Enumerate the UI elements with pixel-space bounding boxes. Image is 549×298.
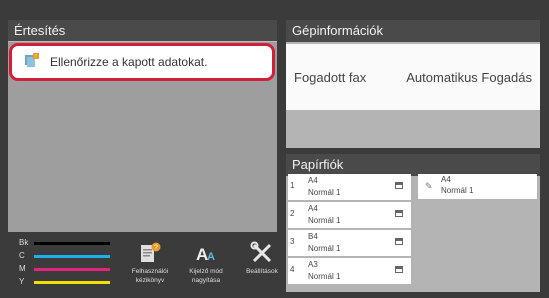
tray-paper-size: B4 — [308, 232, 318, 241]
zoom-text-icon: A A — [180, 241, 232, 265]
tray-paper-size: A3 — [308, 260, 318, 269]
notification-item[interactable]: ! Ellenőrizze a kapott adatokat. — [9, 43, 275, 81]
toner-bar — [34, 268, 110, 271]
tray-icon — [395, 266, 403, 273]
toner-bar — [34, 281, 110, 284]
fax-received-label: Fogadott fax — [294, 69, 367, 85]
toner-label: Bk — [19, 238, 29, 247]
tray-number: 3 — [290, 237, 295, 246]
toner-cyan: C — [8, 251, 119, 263]
tray-icon — [395, 210, 403, 217]
toner-bar — [34, 242, 110, 245]
toner-magenta: M — [8, 264, 119, 276]
paper-tray-panel: Papírfiók 1 A4 Normál 1 2 A4 Normál 1 3 … — [286, 154, 540, 292]
notification-title: Értesítés — [8, 20, 277, 42]
toner-yellow: Y — [8, 277, 119, 289]
toner-black: Bk — [8, 238, 119, 250]
tray-paper-type: Normál 1 — [308, 216, 341, 225]
machine-info-title: Gépinformációk — [286, 20, 540, 42]
tray-number: 1 — [290, 181, 295, 190]
toner-label: Y — [19, 277, 25, 286]
tray-number: 4 — [290, 265, 295, 274]
tray-1[interactable]: 1 A4 Normál 1 — [288, 174, 411, 200]
display-zoom-label: Kijelző mód nagyítása — [189, 268, 223, 284]
tray-paper-type: Normál 1 — [308, 188, 341, 197]
toner-levels: Bk C M Y — [8, 235, 119, 292]
bypass-tray-icon: ✎ — [425, 181, 433, 191]
toner-label: M — [19, 264, 26, 273]
bypass-paper-type: Normál 1 — [441, 186, 474, 195]
tray-paper-size: A4 — [308, 204, 318, 213]
tray-2[interactable]: 2 A4 Normál 1 — [288, 202, 411, 228]
tray-number: 2 — [290, 209, 295, 218]
paper-tray-title: Papírfiók — [286, 154, 540, 176]
wrench-screwdriver-icon — [236, 241, 288, 265]
machine-info-row[interactable]: Fogadott fax Automatikus Fogadás — [286, 44, 540, 110]
tray-paper-size: A4 — [308, 176, 318, 185]
fax-received-value: Automatikus Fogadás — [406, 69, 532, 85]
tray-paper-type: Normál 1 — [308, 244, 341, 253]
toner-bar — [34, 255, 110, 258]
svg-text:!: ! — [35, 54, 36, 60]
tray-icon — [395, 182, 403, 189]
svg-text:?: ? — [154, 245, 158, 252]
notification-warning-icon: ! — [24, 52, 40, 73]
settings-button[interactable]: Beállítások — [236, 241, 288, 293]
toner-label: C — [19, 251, 25, 260]
tray-3[interactable]: 3 B4 Normál 1 — [288, 230, 411, 256]
bypass-paper-size: A4 — [441, 175, 451, 184]
bypass-tray[interactable]: ✎ A4 Normál 1 — [418, 174, 537, 199]
settings-label: Beállítások — [246, 268, 278, 275]
tray-4[interactable]: 4 A3 Normál 1 — [288, 258, 411, 284]
machine-info-panel: Gépinformációk Fogadott fax Automatikus … — [286, 20, 540, 148]
svg-text:A: A — [207, 251, 215, 263]
tray-paper-type: Normál 1 — [308, 272, 341, 281]
manual-icon: ? — [124, 241, 176, 265]
notification-message: Ellenőrizze a kapott adatokat. — [50, 55, 208, 69]
tray-icon — [395, 238, 403, 245]
display-zoom-button[interactable]: A A Kijelző mód nagyítása — [180, 241, 232, 293]
user-manual-button[interactable]: ? Felhasználói kézikönyv — [124, 241, 176, 293]
user-manual-label: Felhasználói kézikönyv — [131, 268, 169, 284]
